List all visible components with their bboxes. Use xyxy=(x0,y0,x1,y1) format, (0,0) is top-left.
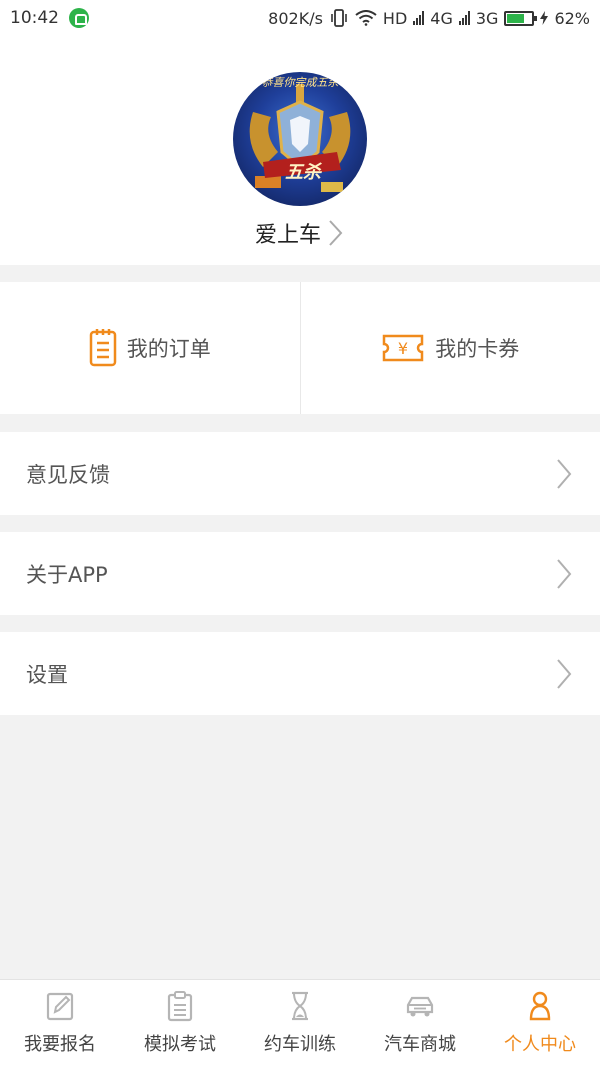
chevron-right-icon xyxy=(557,558,572,589)
signal-icon-2 xyxy=(458,11,470,25)
avatar-badge: 五杀 xyxy=(285,162,321,183)
android-debug-icon xyxy=(69,8,89,28)
my-coupons-label: 我的卡券 xyxy=(435,337,520,361)
chevron-right-icon xyxy=(557,658,572,689)
about-label: 关于APP xyxy=(26,562,108,587)
nav-item-signup[interactable]: 我要报名 xyxy=(0,980,120,1067)
nav-label-booking: 约车训练 xyxy=(264,1034,336,1055)
status-bar: 10:42 802K/s HD 4G 3G 62% xyxy=(0,0,600,36)
nav-item-car-mall[interactable]: 汽车商城 xyxy=(360,980,480,1067)
menu-item-feedback[interactable]: 意见反馈 xyxy=(0,432,600,515)
clipboard-icon xyxy=(167,991,193,1022)
battery-icon xyxy=(504,10,538,26)
my-orders-label: 我的订单 xyxy=(126,337,211,361)
avatar-emblem-icon xyxy=(249,84,351,192)
nav-item-mock-exam[interactable]: 模拟考试 xyxy=(120,980,240,1067)
nav-label-profile: 个人中心 xyxy=(504,1034,576,1055)
network-4g: 4G xyxy=(430,8,453,28)
nav-item-profile[interactable]: 个人中心 xyxy=(480,980,600,1067)
edit-icon xyxy=(46,992,74,1021)
charging-icon xyxy=(540,11,549,25)
nav-label-signup: 我要报名 xyxy=(24,1034,96,1055)
menu-item-settings[interactable]: 设置 xyxy=(0,632,600,715)
status-time: 10:42 xyxy=(10,8,59,28)
feedback-label: 意见反馈 xyxy=(26,462,110,487)
signal-icon-1 xyxy=(413,11,425,25)
nav-label-mock-exam: 模拟考试 xyxy=(144,1034,216,1055)
network-3g: 3G xyxy=(475,8,499,28)
settings-label: 设置 xyxy=(26,662,68,687)
bottom-nav: 我要报名 模拟考试 约车训练 汽车商城 个人中心 xyxy=(0,979,600,1067)
hourglass-icon xyxy=(292,991,308,1021)
chevron-right-icon xyxy=(329,220,343,246)
coupon-icon: ¥ xyxy=(383,334,424,362)
vibrate-icon xyxy=(331,9,347,27)
battery-percent: 62% xyxy=(554,8,590,28)
chevron-right-icon xyxy=(557,458,572,489)
network-speed: 802K/s xyxy=(268,8,323,28)
car-icon xyxy=(406,996,434,1017)
hd-label: HD xyxy=(382,8,408,28)
my-coupons-button[interactable]: ¥ 我的卡券 xyxy=(301,282,600,414)
username: 爱上车 xyxy=(254,223,321,248)
person-icon xyxy=(529,991,551,1021)
quick-actions: 我的订单 ¥ 我的卡券 xyxy=(0,282,600,414)
avatar-caption: 恭喜你完成五杀 xyxy=(261,76,339,89)
my-orders-button[interactable]: 我的订单 xyxy=(0,282,300,414)
avatar[interactable]: 恭喜你完成五杀 五杀 xyxy=(233,72,367,206)
nav-item-booking[interactable]: 约车训练 xyxy=(240,980,360,1067)
wifi-icon xyxy=(355,10,377,26)
coupon-yen-symbol: ¥ xyxy=(398,339,408,358)
order-list-icon xyxy=(89,329,116,367)
menu-item-about[interactable]: 关于APP xyxy=(0,532,600,615)
profile-header: 恭喜你完成五杀 五杀 爱上车 xyxy=(0,36,600,265)
nav-label-car-mall: 汽车商城 xyxy=(384,1034,456,1055)
username-row[interactable]: 爱上车 xyxy=(0,216,600,250)
